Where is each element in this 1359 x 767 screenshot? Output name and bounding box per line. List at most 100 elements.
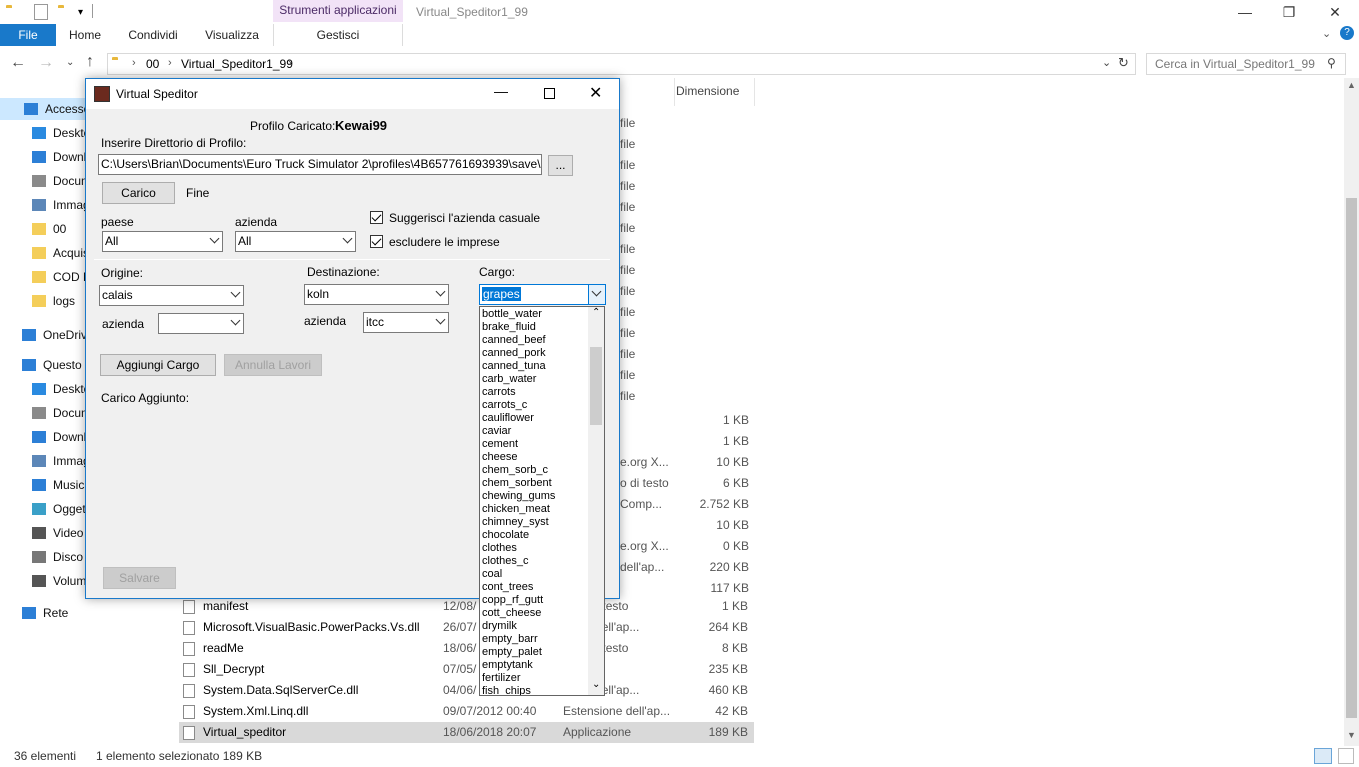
search-input[interactable]: Cerca in Virtual_Speditor1_99 ⚲ [1146,53,1346,75]
dialog-minimize-button[interactable]: — [494,83,508,99]
cargo-option[interactable]: canned_beef [482,334,546,347]
scroll-down-icon[interactable]: ▼ [1347,730,1356,740]
cargo-option[interactable]: brake_fluid [482,321,536,334]
nav-item[interactable]: Desktop [0,378,86,400]
exclude-companies-checkbox[interactable] [370,235,383,248]
cargo-option[interactable]: copp_rf_gutt [482,594,543,607]
recent-chevron-icon[interactable]: ⌄ [66,57,74,68]
add-cargo-button[interactable]: Aggiungi Cargo [100,354,216,376]
up-arrow-icon[interactable]: ↑ [86,53,94,71]
cargo-option[interactable]: cont_trees [482,581,533,594]
dropdown-scrollbar[interactable]: ⌃ ⌄ [588,307,604,695]
cargo-option[interactable]: canned_pork [482,347,546,360]
cargo-select[interactable]: grapes [479,284,606,305]
cargo-option[interactable]: cheese [482,451,517,464]
cargo-option[interactable]: chocolate [482,529,529,542]
nav-item[interactable]: Volume [0,570,86,592]
cargo-option[interactable]: emptytank [482,659,533,672]
save-button[interactable]: Salvare [103,567,176,589]
file-list-scrollbar[interactable]: ▲ ▼ [1344,78,1359,746]
nav-item[interactable]: Documenti [0,402,86,424]
nav-item[interactable]: Accesso rapido [0,98,86,120]
cargo-option[interactable]: carb_water [482,373,536,386]
cargo-option[interactable]: chewing_gums [482,490,555,503]
nav-item[interactable]: Download [0,146,86,168]
cargo-option[interactable]: carrots [482,386,516,399]
country-select[interactable]: All [102,231,223,252]
profile-dir-input[interactable]: C:\Users\Brian\Documents\Euro Truck Simu… [98,154,542,175]
minimize-button[interactable]: — [1222,0,1268,24]
dialog-close-button[interactable]: ✕ [589,83,602,103]
tab-share[interactable]: Condividi [118,24,188,46]
suggest-company-checkbox[interactable] [370,211,383,224]
nav-item[interactable]: Documenti [0,170,86,192]
chevron-up-icon[interactable]: ⌃ [592,307,600,318]
dropdown-scroll-thumb[interactable] [590,347,602,425]
address-dropdown-icon[interactable]: ⌄ [1102,56,1111,69]
breadcrumb-item[interactable]: 00 [146,57,159,71]
nav-item[interactable]: Rete [0,602,86,624]
nav-item[interactable]: COD MW [0,266,86,288]
nav-item[interactable]: Download [0,426,86,448]
cargo-option[interactable]: empty_palet [482,646,542,659]
cancel-jobs-button[interactable]: Annulla Lavori [224,354,322,376]
origin-company-select[interactable] [158,313,244,334]
back-arrow-icon[interactable]: ← [10,54,26,72]
chevron-down-icon[interactable]: ▾ [78,7,83,18]
forward-arrow-icon[interactable]: → [38,54,54,72]
company-select[interactable]: All [235,231,356,252]
cargo-option[interactable]: cott_cheese [482,607,541,620]
scroll-thumb[interactable] [1346,198,1357,718]
cargo-option[interactable]: caviar [482,425,511,438]
cargo-option[interactable]: carrots_c [482,399,527,412]
cargo-option[interactable]: drymilk [482,620,517,633]
nav-item[interactable]: Immagini [0,450,86,472]
help-icon[interactable]: ? [1340,26,1354,40]
cargo-option[interactable]: clothes [482,542,517,555]
destination-company-select[interactable]: itcc [363,312,449,333]
nav-item[interactable]: Acquisti [0,242,86,264]
cargo-option[interactable]: cement [482,438,518,451]
nav-item[interactable]: Immagini [0,194,86,216]
cargo-option[interactable]: clothes_c [482,555,528,568]
cargo-option[interactable]: coal [482,568,502,581]
tab-home[interactable]: Home [60,24,110,46]
refresh-icon[interactable]: ↻ [1118,55,1129,71]
file-row[interactable]: readMe18/06/ento di testo8 KB [179,638,754,659]
address-bar[interactable]: › 00 › Virtual_Speditor1_99 › ⌄ ↻ [107,53,1136,75]
tab-view[interactable]: Visualizza [196,24,268,46]
close-button[interactable]: ✕ [1312,0,1358,24]
tab-file[interactable]: File [0,24,56,46]
cargo-option[interactable]: empty_barr [482,633,538,646]
nav-item[interactable]: OneDrive [0,324,86,346]
cargo-option[interactable]: chem_sorbent [482,477,552,490]
cargo-option[interactable]: canned_tuna [482,360,546,373]
nav-item[interactable]: Oggetti 3D [0,498,86,520]
file-row[interactable]: System.Data.SqlServerCe.dll04/06/sione d… [179,680,754,701]
cargo-option[interactable]: fertilizer [482,672,521,685]
destination-select[interactable]: koln [304,284,449,305]
nav-item[interactable]: 00 [0,218,86,240]
scroll-up-icon[interactable]: ▲ [1347,80,1356,90]
cargo-option[interactable]: chicken_meat [482,503,550,516]
details-view-icon[interactable] [1314,748,1332,764]
origin-select[interactable]: calais [99,285,244,306]
cargo-option[interactable]: fish_chips [482,685,531,695]
cargo-option[interactable]: cauliflower [482,412,534,425]
properties-icon[interactable] [34,4,48,20]
file-row[interactable]: Sll_Decrypt07/05/azione235 KB [179,659,754,680]
nav-item[interactable]: Disco locale [0,546,86,568]
load-button[interactable]: Carico [102,182,175,204]
tab-manage[interactable]: Gestisci [273,24,403,46]
column-header-size[interactable]: Dimensione [676,84,756,98]
nav-item[interactable]: Desktop [0,122,86,144]
dialog-maximize-button[interactable] [544,88,555,99]
file-row[interactable]: Microsoft.VisualBasic.PowerPacks.Vs.dll 2… [179,617,754,638]
cargo-option[interactable]: chem_sorb_c [482,464,548,477]
nav-item[interactable]: Video [0,522,86,544]
maximize-button[interactable]: ❐ [1266,0,1312,24]
browse-button[interactable]: ... [548,155,573,176]
nav-item[interactable]: Questo PC [0,354,86,376]
breadcrumb-item[interactable]: Virtual_Speditor1_99 [181,57,293,71]
nav-item[interactable]: logs [0,290,86,312]
